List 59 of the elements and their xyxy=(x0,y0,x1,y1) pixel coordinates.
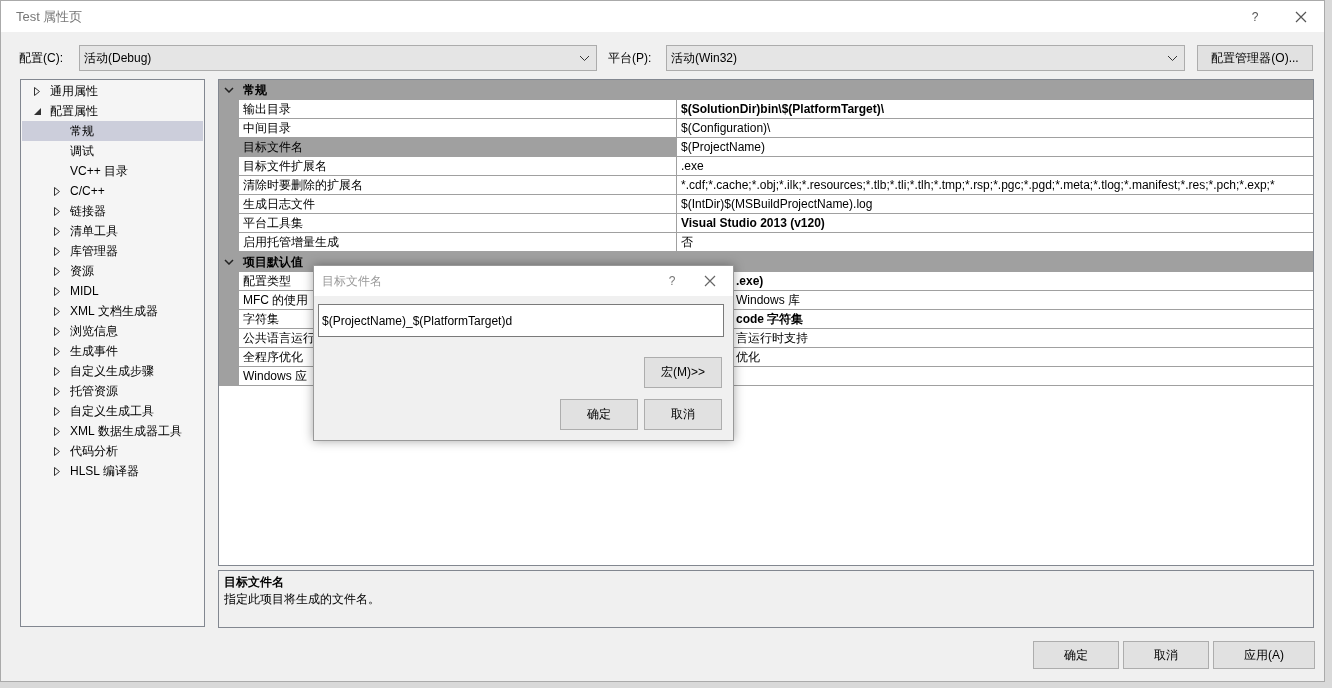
configuration-manager-button[interactable]: 配置管理器(O)... xyxy=(1197,45,1313,71)
tree-item[interactable]: 托管资源 xyxy=(22,381,203,401)
description-title: 目标文件名 xyxy=(224,574,285,591)
tree-item[interactable]: 常规 xyxy=(22,121,203,141)
property-value-cell[interactable]: $(ProjectName) xyxy=(677,138,1313,157)
tree-item[interactable]: 生成事件 xyxy=(22,341,203,361)
tree-item[interactable]: XML 数据生成器工具 xyxy=(22,421,203,441)
help-button[interactable]: ? xyxy=(1232,9,1278,24)
dialog-button[interactable]: 取消 xyxy=(644,399,722,430)
tree-item[interactable]: 通用属性 xyxy=(22,81,203,101)
tree-item[interactable]: 链接器 xyxy=(22,201,203,221)
dialog-button[interactable]: 应用(A) xyxy=(1213,641,1315,669)
dialog-title: 目标文件名 xyxy=(322,272,383,290)
property-value-cell[interactable]: $(Configuration)\ xyxy=(677,119,1313,138)
property-value-cell[interactable]: *.cdf;*.cache;*.obj;*.ilk;*.resources;*.tlb;*.tli;*.tlh;*.tmp;*.rsp;*.pgc;*.pgd;*.meta;*.tlog;*.manifest;*.res;*.pch;*.exp;* xyxy=(677,176,1313,195)
tree-item[interactable]: MIDL xyxy=(22,281,203,301)
property-name-cell[interactable]: 中间目录 xyxy=(239,119,677,138)
macro-button[interactable]: 宏(M)>> xyxy=(644,357,722,388)
tree-item[interactable]: 自定义生成步骤 xyxy=(22,361,203,381)
dialog-button[interactable]: 确定 xyxy=(1033,641,1119,669)
property-value-cell[interactable]: .exe xyxy=(677,157,1313,176)
tree-item[interactable]: 代码分析 xyxy=(22,441,203,461)
expanded-arrow-icon xyxy=(33,107,41,115)
dialog-button[interactable]: 取消 xyxy=(1123,641,1209,669)
tree-item[interactable]: XML 文档生成器 xyxy=(22,301,203,321)
property-name-cell[interactable]: 输出目录 xyxy=(239,100,677,119)
tree-item[interactable]: 浏览信息 xyxy=(22,321,203,341)
tree-item[interactable]: 资源 xyxy=(22,261,203,281)
platform-dropdown[interactable]: 活动(Win32) xyxy=(666,45,1185,71)
platform-label: 平台(P): xyxy=(608,49,653,67)
dialog-button[interactable]: 确定 xyxy=(560,399,638,430)
tree-item[interactable]: HLSL 编译器 xyxy=(22,461,203,481)
close-icon xyxy=(704,275,716,287)
config-label: 配置(C): xyxy=(19,49,64,67)
config-dropdown[interactable]: 活动(Debug) xyxy=(79,45,597,71)
chevron-down-icon xyxy=(224,87,234,93)
group-header[interactable]: 常规 xyxy=(219,80,1313,100)
file-name-input[interactable]: $(ProjectName)_$(PlatformTarget)d xyxy=(318,304,724,337)
tree-item[interactable]: VC++ 目录 xyxy=(22,161,203,181)
tree-item[interactable]: 库管理器 xyxy=(22,241,203,261)
description-text: 指定此项目将生成的文件名。 xyxy=(224,592,380,606)
tree-item[interactable]: 配置属性 xyxy=(22,101,203,121)
window-title: Test 属性页 xyxy=(16,7,84,26)
tree-item[interactable]: 自定义生成工具 xyxy=(22,401,203,421)
property-value-cell[interactable]: $(SolutionDir)bin\$(PlatformTarget)\ xyxy=(677,100,1313,119)
property-value-cell[interactable]: 否 xyxy=(677,233,1313,252)
collapsed-arrow-icon xyxy=(34,86,40,96)
property-name-cell[interactable]: 启用托管增量生成 xyxy=(239,233,677,252)
property-value-cell[interactable]: $(IntDir)$(MSBuildProjectName).log xyxy=(677,195,1313,214)
property-name-cell[interactable]: 平台工具集 xyxy=(239,214,677,233)
tree-item[interactable]: 清单工具 xyxy=(22,221,203,241)
property-name-cell[interactable]: 生成日志文件 xyxy=(239,195,677,214)
close-icon xyxy=(1295,10,1307,23)
property-name-cell[interactable]: 目标文件扩展名 xyxy=(239,157,677,176)
chevron-down-icon xyxy=(224,259,234,265)
tree-item[interactable]: 调试 xyxy=(22,141,203,161)
tree-item[interactable]: C/C++ xyxy=(22,181,203,201)
property-value-cell[interactable]: Visual Studio 2013 (v120) xyxy=(677,214,1313,233)
property-name-cell[interactable]: 清除时要删除的扩展名 xyxy=(239,176,677,195)
